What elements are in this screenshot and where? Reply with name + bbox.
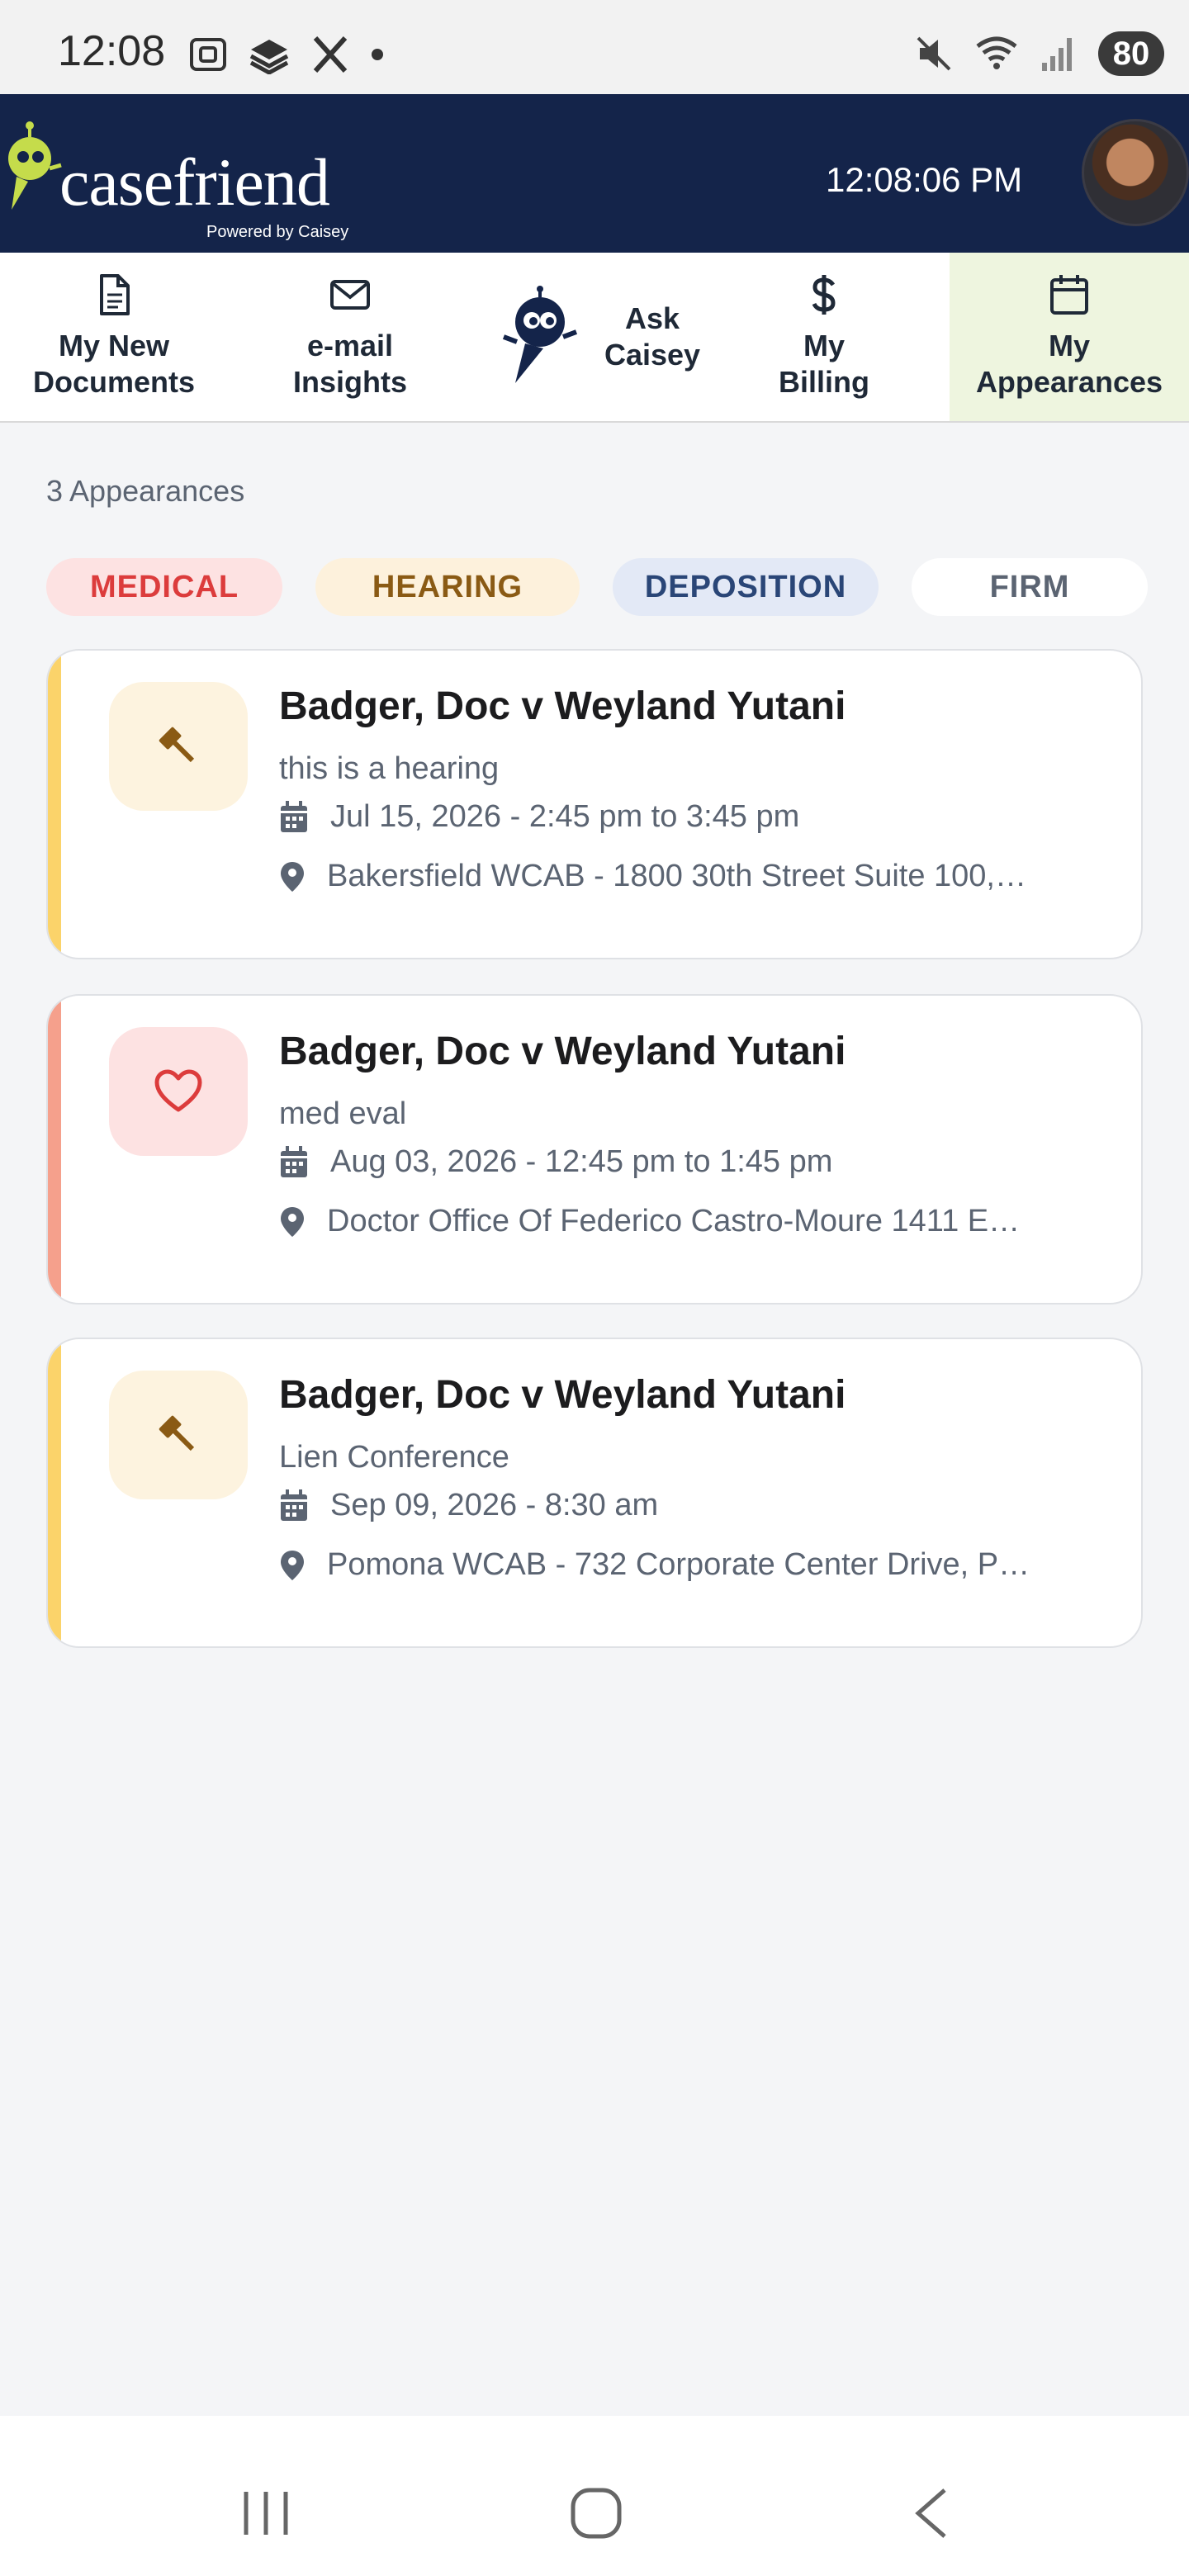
card-subtitle: Lien Conference	[279, 1440, 509, 1475]
card-title: Badger, Doc v Weyland Yutani	[279, 684, 846, 728]
filter-chip-medical[interactable]: MEDICAL	[46, 558, 282, 616]
location-pin-icon	[281, 1550, 304, 1580]
location-pin-icon	[281, 861, 304, 892]
tab-label: Ask Caisey	[604, 301, 700, 373]
tab-label-line1: My New	[58, 329, 170, 362]
casefriend-logo[interactable]: casefriend Powered by Caisey	[0, 119, 363, 241]
card-date-row: Aug 03, 2026 - 12:45 pm to 1:45 pm	[279, 1144, 832, 1180]
calendar-icon	[281, 1145, 307, 1177]
system-nav-bar	[0, 2416, 1189, 2576]
card-location: Doctor Office Of Federico Castro-Moure 1…	[327, 1204, 1021, 1238]
powered-by: Powered by Caisey	[206, 223, 349, 241]
system-icons: 80	[915, 31, 1164, 76]
appearance-card[interactable]: Badger, Doc v Weyland Yutani med eval Au…	[46, 994, 1143, 1305]
back-icon[interactable]	[912, 2487, 951, 2540]
card-date-row: Sep 09, 2026 - 8:30 am	[279, 1488, 658, 1523]
card-icon-box	[109, 1027, 248, 1156]
wifi-icon	[976, 36, 1017, 69]
status-bar: 12:08 80	[0, 0, 1189, 94]
status-time: 12:08	[58, 27, 166, 75]
tab-my-billing[interactable]: My Billing	[717, 253, 931, 421]
tab-label-line2: Caisey	[604, 338, 701, 372]
appearances-count: 3 Appearances	[46, 474, 245, 508]
calendar-icon	[281, 800, 307, 832]
dot-icon	[372, 49, 383, 60]
card-location: Pomona WCAB - 732 Corporate Center Drive…	[327, 1547, 1030, 1582]
card-icon-box	[109, 1371, 248, 1499]
tab-label-line2: Billing	[779, 365, 869, 399]
card-datetime: Jul 15, 2026 - 2:45 pm to 3:45 pm	[330, 799, 800, 834]
filter-chips: MEDICAL HEARING DEPOSITION FIRM	[46, 558, 1148, 616]
screenshot-icon	[190, 38, 226, 71]
card-location-row: Doctor Office Of Federico Castro-Moure 1…	[279, 1204, 1105, 1239]
robot-icon	[502, 286, 578, 383]
robot-mascot-icon	[8, 121, 62, 210]
card-accent	[48, 651, 61, 958]
tab-label-line1: My	[803, 329, 845, 362]
tab-label-line2: Appearances	[975, 365, 1163, 399]
appearance-card[interactable]: Badger, Doc v Weyland Yutani this is a h…	[46, 649, 1143, 959]
home-icon[interactable]	[570, 2487, 623, 2540]
card-datetime: Sep 09, 2026 - 8:30 am	[330, 1488, 659, 1522]
signal-icon	[1042, 38, 1072, 71]
tab-email-insights[interactable]: e-mail Insights	[236, 253, 464, 421]
brand-name: casefriend	[59, 144, 330, 220]
filter-chip-deposition[interactable]: DEPOSITION	[613, 558, 879, 616]
avatar[interactable]	[1082, 119, 1189, 226]
card-subtitle: this is a hearing	[279, 751, 500, 786]
card-location: Bakersfield WCAB - 1800 30th Street Suit…	[327, 859, 1026, 893]
card-date-row: Jul 15, 2026 - 2:45 pm to 3:45 pm	[279, 799, 799, 835]
appearance-card[interactable]: Badger, Doc v Weyland Yutani Lien Confer…	[46, 1338, 1143, 1648]
card-subtitle: med eval	[279, 1096, 407, 1131]
mute-icon	[917, 36, 951, 71]
card-title: Badger, Doc v Weyland Yutani	[279, 1373, 846, 1417]
tab-label-line1: My	[1048, 329, 1090, 362]
card-title: Badger, Doc v Weyland Yutani	[279, 1030, 846, 1073]
app-header: casefriend Powered by Caisey 12:08:06 PM	[0, 94, 1189, 253]
card-accent	[48, 1339, 61, 1646]
tab-my-new-documents[interactable]: My New Documents	[0, 253, 228, 421]
tab-label-line2: Insights	[292, 365, 407, 399]
gavel-icon	[159, 1415, 195, 1451]
main-nav: My New Documents e-mail Insights Ask Cai…	[0, 253, 1189, 423]
card-location-row: Pomona WCAB - 732 Corporate Center Drive…	[279, 1547, 1105, 1583]
recent-apps-icon[interactable]	[239, 2488, 292, 2538]
document-icon	[100, 274, 130, 315]
tab-label-line1: Ask	[624, 301, 680, 335]
heart-icon	[154, 1069, 202, 1112]
card-icon-box	[109, 682, 248, 811]
mail-icon	[330, 280, 370, 310]
battery-indicator: 80	[1098, 31, 1164, 76]
card-datetime: Aug 03, 2026 - 12:45 pm to 1:45 pm	[330, 1144, 833, 1179]
notification-icons	[188, 35, 385, 74]
x-logo-icon	[313, 36, 348, 73]
dollar-icon	[812, 275, 836, 315]
gavel-icon	[159, 727, 195, 763]
tab-ask-caisey[interactable]: Ask Caisey	[479, 253, 718, 421]
card-location-row: Bakersfield WCAB - 1800 30th Street Suit…	[279, 859, 1105, 894]
tab-my-appearances[interactable]: My Appearances	[950, 253, 1189, 421]
tab-label-line2: Documents	[32, 365, 196, 399]
layers-icon	[249, 40, 289, 74]
header-clock: 12:08:06 PM	[826, 160, 1023, 199]
card-accent	[48, 996, 61, 1303]
filter-chip-hearing[interactable]: HEARING	[315, 558, 580, 616]
location-pin-icon	[281, 1206, 304, 1237]
calendar-icon	[1050, 275, 1088, 315]
tab-label-line1: e-mail	[306, 329, 394, 362]
filter-chip-firm[interactable]: FIRM	[912, 558, 1148, 616]
calendar-icon	[281, 1489, 307, 1521]
